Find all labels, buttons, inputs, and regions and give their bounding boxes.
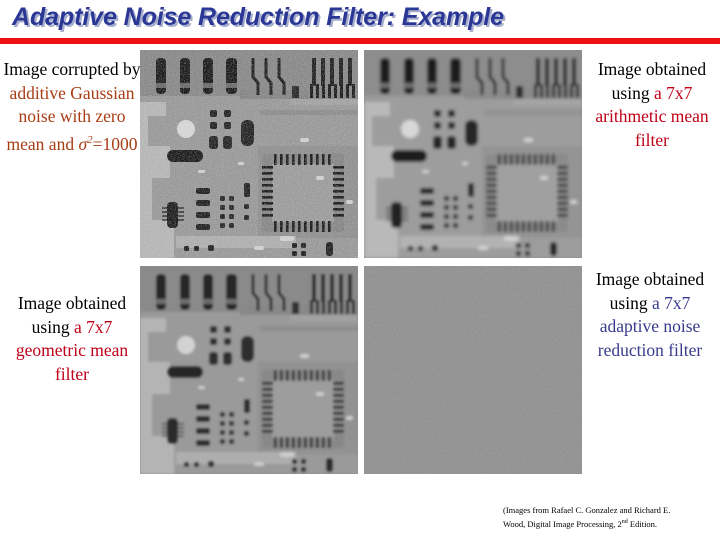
credit-line-1: (Images from Rafael C. Gonzalez and Rich…	[503, 505, 671, 515]
credit-line-2a: Wood, Digital Image Processing, 2	[503, 518, 622, 529]
pcb-image-geometric-mean	[140, 266, 358, 474]
caption-top-left-lead: Image corrupted by	[3, 59, 141, 79]
page-title: Adaptive Noise Reduction Filter: Example	[12, 3, 504, 31]
caption-top-left: Image corrupted by additive Gaussian noi…	[2, 58, 142, 156]
source-credit: (Images from Rafael C. Gonzalez and Rich…	[503, 505, 718, 530]
image-grid	[140, 50, 582, 474]
caption-top-right: Image obtained using a 7x7 arithmetic me…	[584, 58, 720, 152]
sigma-symbol: σ	[78, 133, 88, 154]
pcb-image-adaptive	[364, 266, 582, 474]
sigma-value: =1000	[92, 133, 138, 154]
caption-bottom-left: Image obtained using a 7x7 geometric mea…	[2, 292, 142, 386]
pcb-image-noisy	[140, 50, 358, 258]
title-bar: Adaptive Noise Reduction Filter: Example	[0, 0, 720, 38]
pcb-image-arithmetic-mean	[364, 50, 582, 258]
credit-line-2b: Edition.	[627, 518, 658, 529]
title-divider-rule	[0, 38, 720, 44]
caption-bottom-right: Image obtained using a 7x7 adaptive nois…	[580, 268, 720, 362]
